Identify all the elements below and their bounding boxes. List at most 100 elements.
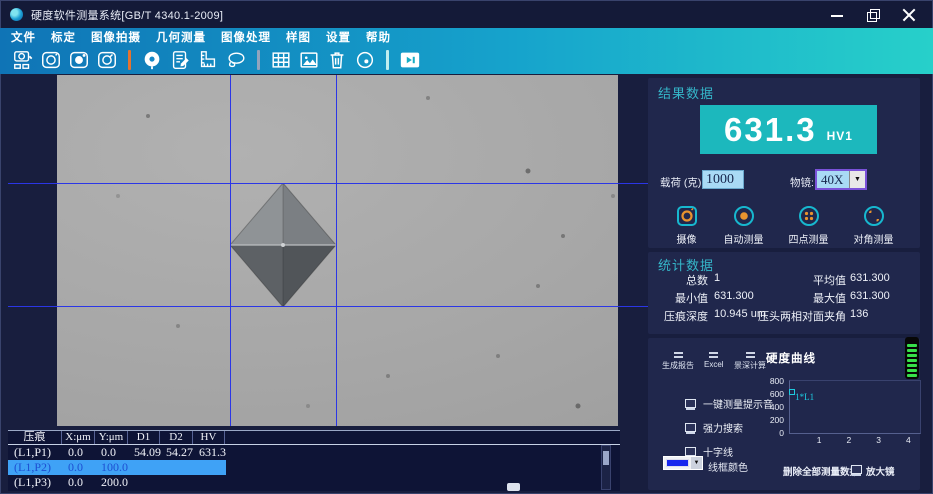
table-header-cell: X:μm	[62, 431, 95, 444]
crosshair-horizontal-line-bottom[interactable]	[8, 306, 648, 307]
load-label: 载荷 (克):	[660, 177, 705, 189]
run-next-icon[interactable]	[399, 49, 421, 71]
hardness-value-display: 631.3 HV1	[700, 105, 877, 154]
ruler-measure-icon[interactable]	[197, 49, 219, 71]
stat-label: 平均值	[813, 275, 846, 287]
table-row-2[interactable]: (L1,P3) 0.0 200.0	[8, 475, 226, 490]
table-cell: 631.3	[199, 445, 226, 459]
checkbox-icon[interactable]	[685, 399, 696, 410]
record-circle-icon[interactable]	[354, 49, 376, 71]
x-axis-tick: 3	[876, 435, 881, 445]
table-row-0[interactable]: (L1,P1) 0.0 0.0 54.09 54.27 631.3	[8, 445, 226, 460]
diagonal-measure-button[interactable]: 对角测量	[854, 204, 894, 246]
indentation-diamond	[230, 183, 336, 307]
y-axis-tick: 400	[769, 402, 784, 412]
stat-label: 最大值	[813, 293, 846, 305]
measurement-table: 压痕 X:μm Y:μm D1 D2 HV (L1,P1) 0.0 0.0 54.09 54.27…	[8, 430, 620, 491]
checkbox-icon[interactable]	[685, 447, 696, 458]
delete-all-data-button[interactable]: 删除全部测量数据	[783, 464, 859, 478]
menu-item-2[interactable]: 图像拍摄	[91, 29, 141, 45]
report-edit-icon[interactable]	[169, 49, 191, 71]
table-header-cell: HV	[193, 431, 225, 444]
color-swatch	[666, 459, 689, 467]
checkbox-row-1[interactable]: 强力搜索	[685, 420, 743, 435]
table-cell: 0.0	[68, 460, 83, 474]
toolbar	[0, 46, 933, 74]
objective-select[interactable]: 40X ▼	[815, 169, 867, 190]
stat-label: 压头两相对面夹角	[758, 311, 846, 323]
crosshair-horizontal-line-top[interactable]	[8, 183, 648, 184]
restore-button[interactable]	[866, 8, 880, 22]
y-axis-tick: 800	[769, 376, 784, 386]
checkbox-icon[interactable]	[685, 423, 696, 434]
auto-measure-button[interactable]: 自动测量	[724, 204, 764, 246]
capture-image-button[interactable]: 摄像	[675, 204, 699, 246]
table-header-cell: Y:μm	[95, 431, 128, 444]
hardness-curve-chart: 硬度曲线 0 200 400 600 800 1 2 3 4 1*L1	[752, 346, 924, 446]
stat-value: 631.300	[850, 290, 890, 302]
four-point-measure-button[interactable]: 四点测量	[789, 204, 829, 246]
menu-item-7[interactable]: 帮助	[366, 29, 391, 45]
title-bar: 硬度软件测量系统[GB/T 4340.1-2009]	[0, 0, 933, 28]
camera-capture-icon[interactable]	[40, 49, 62, 71]
line-color-dropdown[interactable]: ▼	[663, 456, 703, 470]
generate-report-button[interactable]: 生成报告	[662, 356, 694, 371]
level-indicator	[905, 337, 919, 379]
four-point-icon	[798, 206, 819, 226]
load-input[interactable]	[702, 170, 744, 189]
objective-label: 物镜:	[790, 177, 814, 189]
table-header: 压痕 X:μm Y:μm D1 D2 HV	[8, 431, 620, 445]
target-marker-icon[interactable]	[141, 49, 163, 71]
close-button[interactable]	[902, 8, 916, 22]
excel-icon	[709, 356, 719, 358]
x-axis-tick: 2	[846, 435, 852, 445]
menu-item-4[interactable]: 图像处理	[221, 29, 271, 45]
stat-label: 总数	[686, 275, 708, 287]
magnifier-label[interactable]: 放大镜	[866, 464, 895, 478]
y-axis-tick: 600	[769, 389, 784, 399]
menu-item-1[interactable]: 标定	[51, 29, 76, 45]
report-icon	[673, 356, 683, 358]
chart-plot-area	[789, 380, 921, 434]
surface-specks	[57, 75, 59, 77]
line-color-label: 线框颜色	[708, 463, 748, 474]
menu-toolbar-band: 文件 标定 图像拍摄 几何测量 图像处理 样图 设置 帮助	[0, 28, 933, 74]
microscope-image-viewer[interactable]	[57, 75, 618, 426]
camera-settings-icon[interactable]	[96, 49, 118, 71]
menu-item-0[interactable]: 文件	[11, 29, 36, 45]
minimize-button[interactable]	[830, 8, 844, 22]
stat-value: 1	[714, 272, 721, 284]
trash-icon[interactable]	[326, 49, 348, 71]
chart-point-label: 1*L1	[795, 391, 815, 402]
magnifier-checkbox[interactable]	[851, 465, 862, 476]
table-cell: 54.27	[166, 445, 193, 459]
lasso-select-icon[interactable]	[225, 49, 247, 71]
table-cell: 200.0	[101, 475, 128, 489]
excel-export-button[interactable]: Excel	[704, 356, 724, 369]
x-axis-tick: 4	[906, 435, 911, 445]
chevron-down-icon[interactable]: ▼	[849, 171, 865, 188]
window-title: 硬度软件测量系统[GB/T 4340.1-2009]	[31, 9, 224, 22]
menu-item-6[interactable]: 设置	[326, 29, 351, 45]
table-cell: 100.0	[101, 460, 128, 474]
crosshair-vertical-line-left[interactable]	[230, 75, 231, 426]
stat-label: 最小值	[675, 293, 708, 305]
camera-live-icon[interactable]	[68, 49, 90, 71]
table-vertical-scrollbar[interactable]	[601, 445, 611, 490]
image-gallery-icon[interactable]	[298, 49, 320, 71]
hardness-unit: HV1	[826, 128, 853, 143]
checkbox-label: 强力搜索	[703, 424, 743, 435]
stat-value: 136	[850, 308, 869, 320]
table-cell: 0.0	[68, 445, 83, 459]
menu-item-5[interactable]: 样图	[286, 29, 311, 45]
table-row-1[interactable]: (L1,P2) 0.0 100.0	[8, 460, 226, 475]
camera-connect-icon[interactable]	[12, 49, 34, 71]
data-table-icon[interactable]	[270, 49, 292, 71]
menu-item-3[interactable]: 几何测量	[156, 29, 206, 45]
x-axis-tick: 1	[816, 435, 822, 445]
auto-dot-icon	[733, 206, 754, 226]
objective-value: 40X	[821, 171, 844, 187]
crosshair-vertical-line-right[interactable]	[336, 75, 337, 426]
toolbar-separator	[257, 50, 260, 70]
table-horizontal-scrollbar-thumb[interactable]	[507, 483, 520, 491]
